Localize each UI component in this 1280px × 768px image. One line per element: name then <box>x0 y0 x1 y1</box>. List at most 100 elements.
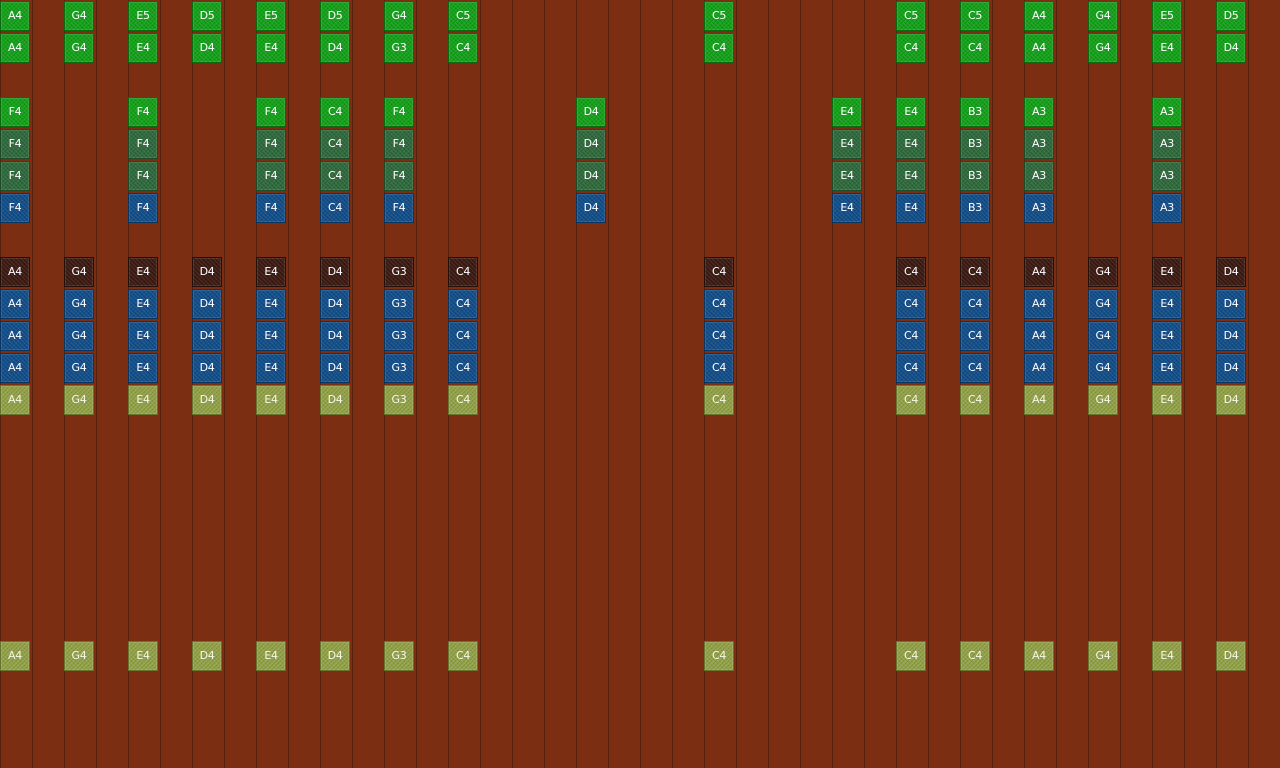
note-block[interactable]: C4 <box>896 289 926 319</box>
note-block[interactable]: E4 <box>256 353 286 383</box>
note-block[interactable]: G3 <box>384 289 414 319</box>
note-block[interactable]: E4 <box>128 289 158 319</box>
note-block[interactable]: C4 <box>448 257 478 287</box>
note-block[interactable]: G4 <box>1088 641 1118 671</box>
note-block[interactable]: D4 <box>320 257 350 287</box>
note-block[interactable]: A4 <box>0 353 30 383</box>
note-block[interactable]: D4 <box>192 353 222 383</box>
note-block[interactable]: A4 <box>1024 1 1054 31</box>
note-block[interactable]: A4 <box>1024 385 1054 415</box>
note-block[interactable]: D4 <box>1216 353 1246 383</box>
note-block[interactable]: E4 <box>896 193 926 223</box>
note-block[interactable]: A3 <box>1152 97 1182 127</box>
note-block[interactable]: B3 <box>960 161 990 191</box>
note-block[interactable]: C4 <box>448 321 478 351</box>
note-block[interactable]: A4 <box>0 33 30 63</box>
note-block[interactable]: C4 <box>704 33 734 63</box>
note-block[interactable]: G4 <box>1088 385 1118 415</box>
note-block[interactable]: G3 <box>384 385 414 415</box>
note-block[interactable]: G3 <box>384 257 414 287</box>
note-block[interactable]: E4 <box>1152 257 1182 287</box>
note-block[interactable]: E4 <box>896 129 926 159</box>
note-block[interactable]: G4 <box>64 641 94 671</box>
note-block[interactable]: F4 <box>128 97 158 127</box>
note-block[interactable]: D5 <box>192 1 222 31</box>
note-block[interactable]: D4 <box>192 641 222 671</box>
note-block[interactable]: C4 <box>320 129 350 159</box>
note-block[interactable]: A3 <box>1024 97 1054 127</box>
note-block[interactable]: D5 <box>1216 1 1246 31</box>
note-block[interactable]: C4 <box>960 385 990 415</box>
note-block[interactable]: E4 <box>832 97 862 127</box>
note-block[interactable]: E4 <box>1152 321 1182 351</box>
note-block[interactable]: A4 <box>1024 289 1054 319</box>
note-block[interactable]: E4 <box>1152 641 1182 671</box>
note-block[interactable]: F4 <box>128 129 158 159</box>
note-block[interactable]: G4 <box>1088 353 1118 383</box>
note-block[interactable]: C5 <box>704 1 734 31</box>
note-block[interactable]: E4 <box>896 97 926 127</box>
note-block[interactable]: A4 <box>0 385 30 415</box>
note-block[interactable]: D5 <box>320 1 350 31</box>
note-block[interactable]: D4 <box>576 161 606 191</box>
note-block[interactable]: G3 <box>384 641 414 671</box>
note-block[interactable]: C4 <box>448 641 478 671</box>
note-block[interactable]: G3 <box>384 353 414 383</box>
note-block[interactable]: E4 <box>1152 289 1182 319</box>
note-block[interactable]: F4 <box>384 129 414 159</box>
note-block[interactable]: D4 <box>320 641 350 671</box>
note-block[interactable]: C4 <box>960 257 990 287</box>
note-block[interactable]: G4 <box>64 321 94 351</box>
note-block[interactable]: C4 <box>704 289 734 319</box>
note-block[interactable]: D4 <box>192 257 222 287</box>
note-block[interactable]: F4 <box>256 97 286 127</box>
note-block[interactable]: D4 <box>320 321 350 351</box>
note-block[interactable]: D4 <box>1216 385 1246 415</box>
note-block[interactable]: C4 <box>960 289 990 319</box>
note-block[interactable]: E5 <box>256 1 286 31</box>
note-block[interactable]: A4 <box>0 641 30 671</box>
note-block[interactable]: A4 <box>1024 641 1054 671</box>
note-block[interactable]: B3 <box>960 193 990 223</box>
note-block[interactable]: G4 <box>1088 33 1118 63</box>
note-block[interactable]: E4 <box>128 641 158 671</box>
note-block[interactable]: G4 <box>64 385 94 415</box>
note-block[interactable]: E5 <box>1152 1 1182 31</box>
note-block[interactable]: D4 <box>576 129 606 159</box>
note-block[interactable]: C4 <box>960 641 990 671</box>
note-block[interactable]: A3 <box>1152 129 1182 159</box>
note-block[interactable]: G4 <box>64 289 94 319</box>
note-block[interactable]: E4 <box>256 33 286 63</box>
note-block[interactable]: A4 <box>1024 321 1054 351</box>
note-block[interactable]: A4 <box>1024 353 1054 383</box>
note-block[interactable]: D4 <box>576 193 606 223</box>
note-block[interactable]: E4 <box>256 641 286 671</box>
note-block[interactable]: B3 <box>960 97 990 127</box>
note-block[interactable]: E4 <box>832 193 862 223</box>
note-block[interactable]: C4 <box>896 321 926 351</box>
note-block[interactable]: A3 <box>1024 129 1054 159</box>
note-block[interactable]: E4 <box>256 257 286 287</box>
note-block[interactable]: E4 <box>256 289 286 319</box>
note-block[interactable]: A4 <box>0 321 30 351</box>
note-block[interactable]: A4 <box>1024 33 1054 63</box>
note-block[interactable]: A4 <box>0 1 30 31</box>
note-block[interactable]: C4 <box>704 641 734 671</box>
note-block[interactable]: A3 <box>1024 193 1054 223</box>
note-block[interactable]: E4 <box>128 353 158 383</box>
note-block[interactable]: D4 <box>192 33 222 63</box>
note-block[interactable]: A3 <box>1152 193 1182 223</box>
note-block[interactable]: E4 <box>256 385 286 415</box>
note-block[interactable]: F4 <box>256 129 286 159</box>
note-block[interactable]: C4 <box>448 33 478 63</box>
note-block[interactable]: C4 <box>320 161 350 191</box>
piano-roll-board[interactable]: A4 A4 F4 F4 F4 F4 A4 A4 A4 A4 A4 A4 G4 G4 G4 G4 G4 G4 G4 G4… <box>0 0 1280 768</box>
note-block[interactable]: D4 <box>320 289 350 319</box>
note-block[interactable]: C4 <box>960 33 990 63</box>
note-block[interactable]: D4 <box>192 289 222 319</box>
note-block[interactable]: E4 <box>896 161 926 191</box>
note-block[interactable]: F4 <box>0 193 30 223</box>
note-block[interactable]: C4 <box>448 353 478 383</box>
note-block[interactable]: C5 <box>960 1 990 31</box>
note-block[interactable]: C4 <box>896 641 926 671</box>
